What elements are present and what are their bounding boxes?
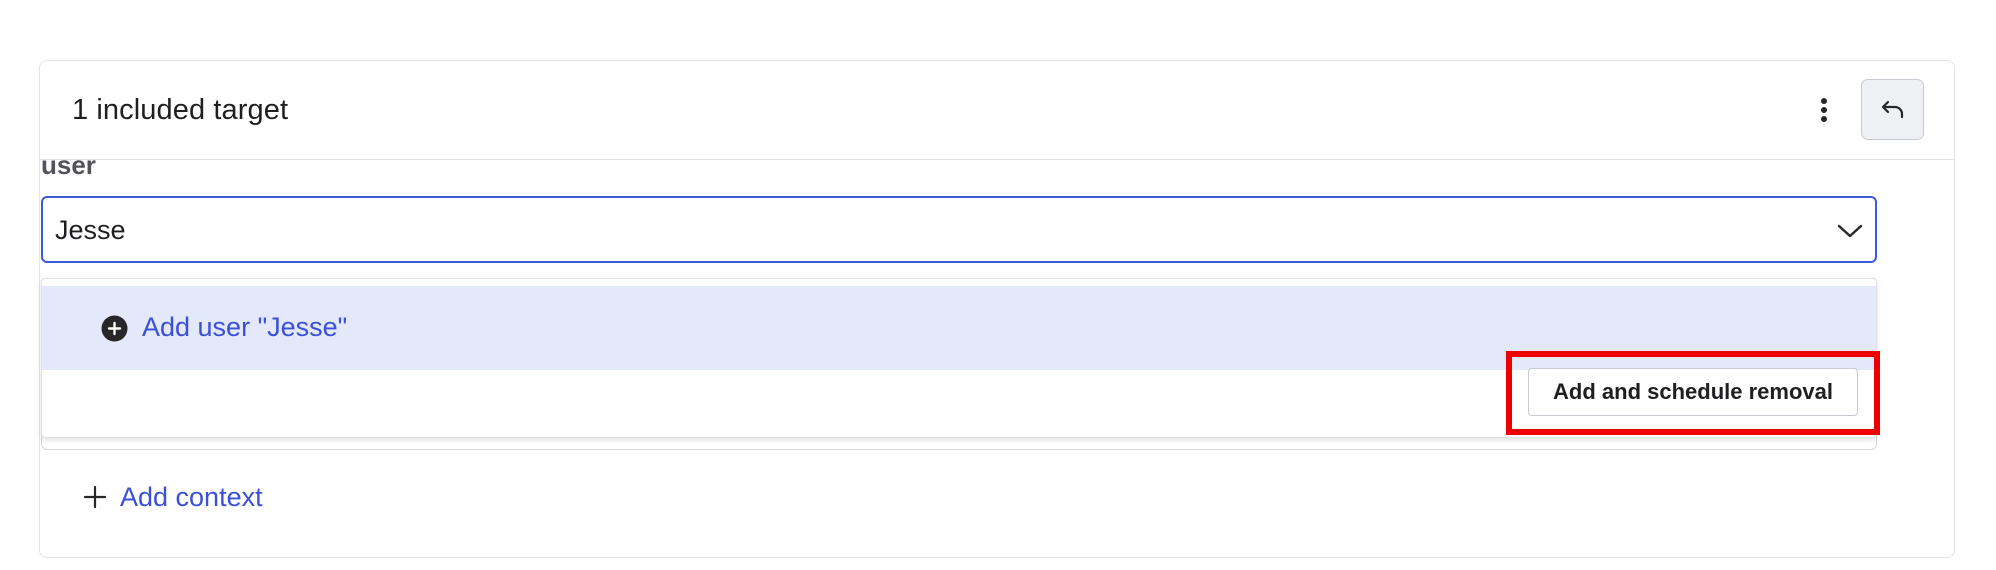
card-header: 1 included target [40, 61, 1954, 160]
user-search-input[interactable] [55, 212, 1755, 248]
card-title: 1 included target [72, 94, 289, 126]
plus-circle-icon [101, 315, 128, 342]
annotation-highlight [1506, 351, 1880, 435]
undo-icon [1881, 100, 1903, 118]
add-user-option-label: Add user "Jesse" [142, 312, 348, 342]
select-toggle[interactable] [1835, 216, 1865, 246]
undo-button[interactable] [1861, 79, 1924, 140]
kebab-vertical-icon [1821, 98, 1827, 122]
add-context-button[interactable]: Add context [82, 479, 263, 515]
user-select[interactable] [41, 196, 1877, 263]
chevron-down-icon [1837, 224, 1863, 238]
plus-icon [82, 484, 108, 510]
more-options-button[interactable] [1810, 89, 1838, 131]
user-field-label: user [41, 150, 96, 180]
add-context-label: Add context [120, 482, 263, 512]
